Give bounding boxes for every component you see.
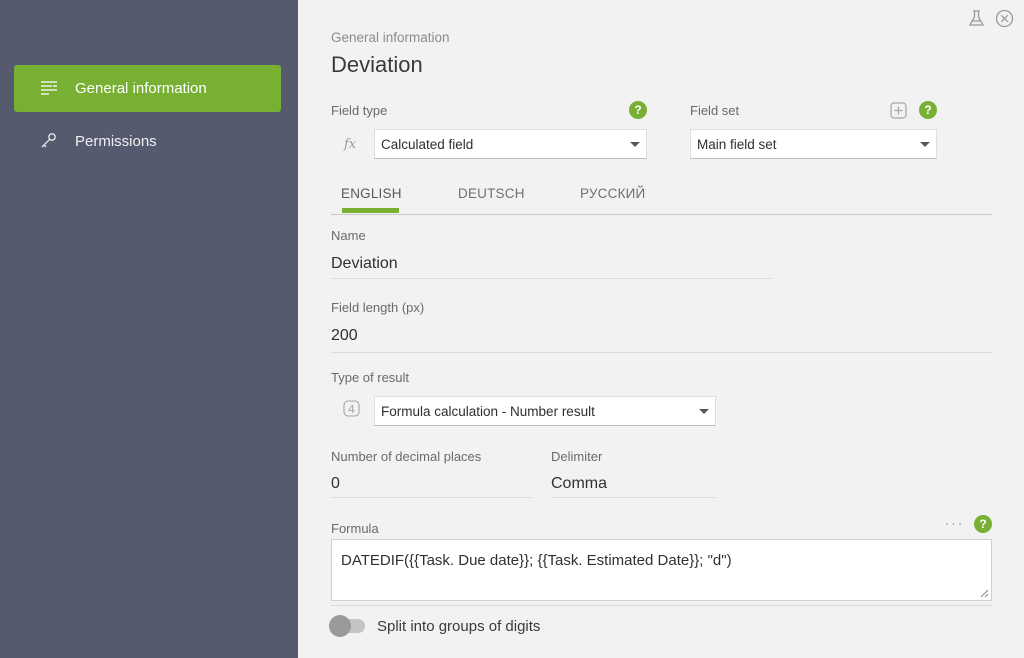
key-icon bbox=[41, 133, 56, 148]
tab-english[interactable]: ENGLISH bbox=[341, 186, 402, 201]
result-type-select[interactable]: Formula calculation - Number result bbox=[374, 396, 716, 426]
field-length-label: Field length (px) bbox=[331, 300, 425, 315]
language-tabs: ENGLISH DEUTSCH РУССКИЙ bbox=[331, 180, 992, 215]
name-underline bbox=[331, 278, 771, 279]
split-digits-toggle[interactable] bbox=[329, 615, 365, 637]
chevron-down-icon bbox=[920, 142, 930, 147]
sidebar-item-label: General information bbox=[75, 80, 207, 97]
sidebar-item-general-information[interactable]: General information bbox=[14, 65, 281, 112]
svg-text:fx: fx bbox=[343, 137, 357, 152]
help-icon[interactable]: ? bbox=[919, 101, 937, 119]
chevron-down-icon bbox=[699, 409, 709, 414]
field-type-value: Calculated field bbox=[381, 136, 474, 152]
field-length-input[interactable]: 200 bbox=[331, 327, 358, 345]
tab-deutsch[interactable]: DEUTSCH bbox=[458, 186, 525, 201]
sidebar-item-label: Permissions bbox=[75, 133, 157, 150]
field-set-label: Field set bbox=[690, 103, 740, 118]
svg-text:{···}: {···} bbox=[944, 518, 963, 531]
formula-underline bbox=[331, 605, 992, 606]
svg-text:4: 4 bbox=[348, 403, 355, 416]
list-lines-icon bbox=[41, 81, 57, 95]
tab-russian[interactable]: РУССКИЙ bbox=[580, 186, 645, 201]
field-set-value: Main field set bbox=[697, 136, 777, 152]
field-set-select[interactable]: Main field set bbox=[690, 129, 937, 159]
field-type-label: Field type bbox=[331, 103, 388, 118]
number-4-icon: 4 bbox=[343, 400, 360, 417]
breadcrumb: General information bbox=[331, 30, 450, 45]
insert-field-braces-icon[interactable]: {···} bbox=[944, 516, 963, 532]
formula-value: DATEDIF({{Task. Due date}}; {{Task. Esti… bbox=[341, 552, 732, 569]
formula-textarea[interactable]: DATEDIF({{Task. Due date}}; {{Task. Esti… bbox=[331, 539, 992, 601]
delimiter-label: Delimiter bbox=[551, 449, 603, 464]
name-label: Name bbox=[331, 228, 366, 243]
help-icon[interactable]: ? bbox=[974, 515, 992, 533]
add-icon[interactable] bbox=[890, 102, 907, 119]
decimal-places-input[interactable]: 0 bbox=[331, 475, 340, 493]
delimiter-underline bbox=[551, 497, 716, 498]
main-panel: General information Deviation Field type… bbox=[298, 0, 1024, 658]
chevron-down-icon bbox=[630, 142, 640, 147]
flask-icon[interactable] bbox=[967, 9, 986, 28]
toggle-knob bbox=[329, 615, 351, 637]
decimal-places-label: Number of decimal places bbox=[331, 449, 482, 464]
close-icon[interactable] bbox=[995, 9, 1014, 28]
help-icon[interactable]: ? bbox=[629, 101, 647, 119]
active-tab-indicator bbox=[342, 208, 399, 213]
result-type-label: Type of result bbox=[331, 370, 410, 385]
page-title: Deviation bbox=[331, 52, 423, 77]
resize-handle-icon[interactable] bbox=[980, 589, 989, 598]
result-type-value: Formula calculation - Number result bbox=[381, 403, 595, 419]
name-input[interactable]: Deviation bbox=[331, 255, 398, 273]
fx-icon: fx bbox=[343, 137, 357, 152]
decimal-places-underline bbox=[331, 497, 532, 498]
field-type-select[interactable]: Calculated field bbox=[374, 129, 647, 159]
field-length-underline bbox=[331, 352, 992, 353]
sidebar-item-permissions[interactable]: Permissions bbox=[14, 118, 281, 165]
sidebar: General information Permissions bbox=[0, 0, 298, 658]
formula-label: Formula bbox=[331, 521, 379, 536]
split-digits-label: Split into groups of digits bbox=[377, 618, 541, 635]
delimiter-input[interactable]: Comma bbox=[551, 475, 607, 493]
